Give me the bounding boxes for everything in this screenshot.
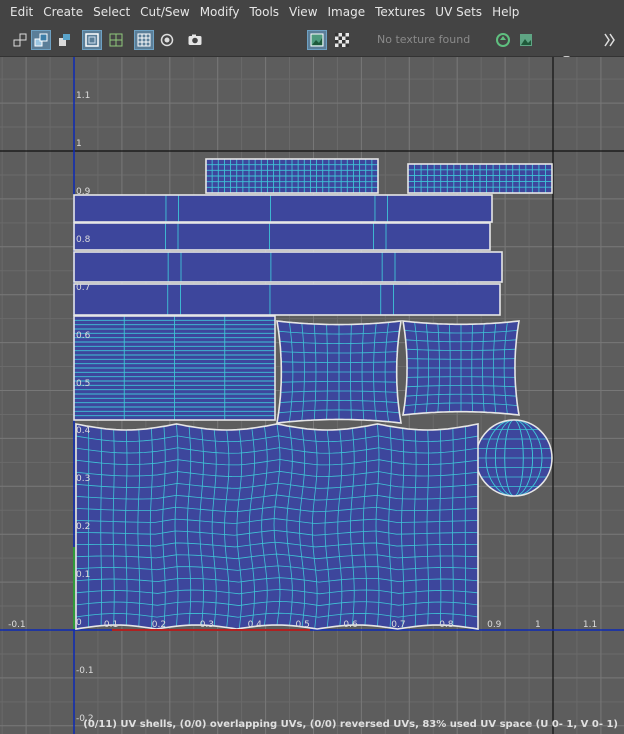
uv-shell-select-icon[interactable] bbox=[31, 30, 51, 50]
menu-create[interactable]: Create bbox=[38, 5, 88, 19]
image-display-icon[interactable] bbox=[307, 30, 327, 50]
menu-cut-sew[interactable]: Cut/Sew bbox=[135, 5, 195, 19]
menu-bar: Edit Create Select Cut/Sew Modify Tools … bbox=[0, 0, 624, 24]
snapshot-camera-icon[interactable] bbox=[185, 30, 205, 50]
uv-grid-icon[interactable] bbox=[10, 30, 30, 50]
texture-name-field[interactable]: No texture found bbox=[372, 30, 490, 50]
uv-shell-plank-3[interactable] bbox=[73, 251, 503, 283]
uv-viewport[interactable]: -0.1 0.1 0.2 0.3 0.4 0.5 0.6 0.7 0.8 0.9 1 1.1 1.1 1 0… bbox=[0, 57, 624, 734]
menu-view[interactable]: View bbox=[284, 5, 322, 19]
uv-shell-large-wavy[interactable] bbox=[73, 423, 479, 631]
uv-shell-strip-top-left[interactable] bbox=[205, 158, 379, 194]
menu-tools[interactable]: Tools bbox=[244, 5, 284, 19]
uv-shell-plank-2[interactable] bbox=[73, 222, 491, 251]
menu-uv-sets[interactable]: UV Sets bbox=[430, 5, 487, 19]
uv-shell-plank-1[interactable] bbox=[73, 194, 493, 223]
refresh-icon[interactable] bbox=[493, 30, 513, 50]
uv-status-readout: (0/11) UV shells, (0/0) overlapping UVs,… bbox=[83, 719, 618, 730]
display-distortion-icon[interactable] bbox=[134, 30, 154, 50]
uv-canvas[interactable] bbox=[0, 57, 624, 734]
menu-help[interactable]: Help bbox=[487, 5, 524, 19]
snap-icon[interactable] bbox=[157, 30, 177, 50]
display-grid-icon[interactable] bbox=[106, 30, 126, 50]
uv-shell-plank-4[interactable] bbox=[73, 283, 501, 316]
uv-flip-icon[interactable] bbox=[54, 30, 74, 50]
uv-shell-strip-top-right[interactable] bbox=[407, 163, 553, 194]
menu-modify[interactable]: Modify bbox=[195, 5, 245, 19]
uv-shell-cushion-right[interactable] bbox=[402, 320, 520, 416]
toolbar: No texture found bbox=[0, 24, 624, 71]
uv-shell-striped-panel[interactable] bbox=[73, 315, 276, 421]
uv-editor-window: Edit Create Select Cut/Sew Modify Tools … bbox=[0, 0, 624, 734]
uv-shell-cushion-left[interactable] bbox=[276, 320, 402, 424]
checker-icon[interactable] bbox=[332, 30, 352, 50]
menu-image[interactable]: Image bbox=[323, 5, 371, 19]
image-icon[interactable] bbox=[516, 30, 536, 50]
exposure-icon[interactable] bbox=[598, 30, 618, 50]
uv-shell-sphere[interactable] bbox=[475, 419, 553, 497]
menu-textures[interactable]: Textures bbox=[370, 5, 430, 19]
menu-select[interactable]: Select bbox=[88, 5, 135, 19]
display-uv-borders-icon[interactable] bbox=[82, 30, 102, 50]
menu-edit[interactable]: Edit bbox=[0, 5, 38, 19]
